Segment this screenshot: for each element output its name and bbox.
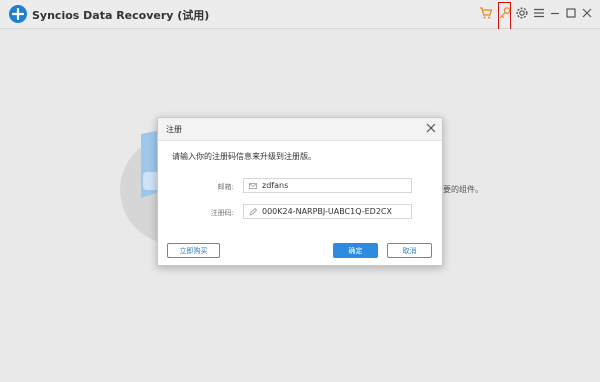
dialog-close-icon[interactable] <box>424 121 438 135</box>
menu-icon[interactable] <box>532 6 546 20</box>
close-icon[interactable] <box>580 6 594 20</box>
code-value: 000K24-NARPBJ-UABC1Q-ED2CX <box>262 207 392 216</box>
dialog-header: 注册 <box>158 118 442 141</box>
email-value: zdfans <box>262 181 289 190</box>
gear-icon[interactable] <box>515 6 529 20</box>
app-logo-icon <box>12 8 24 20</box>
minimize-icon[interactable] <box>548 6 562 20</box>
buy-now-button[interactable]: 立即购买 <box>167 243 220 258</box>
registration-dialog: 注册 请输入你的注册码信息来升级到注册版。 邮箱: zdfans 注册码: 00… <box>157 117 443 266</box>
confirm-button[interactable]: 确定 <box>333 243 378 258</box>
pencil-icon <box>249 208 257 216</box>
code-field[interactable]: 000K24-NARPBJ-UABC1Q-ED2CX <box>243 204 412 219</box>
app-title: Syncios Data Recovery (试用) <box>32 9 210 22</box>
code-label: 注册码: <box>210 209 234 217</box>
email-label: 邮箱: <box>217 183 234 191</box>
email-field[interactable]: zdfans <box>243 178 412 193</box>
dialog-prompt: 请输入你的注册码信息来升级到注册版。 <box>172 152 316 161</box>
app-logo <box>9 5 27 23</box>
cancel-button[interactable]: 取消 <box>387 243 432 258</box>
maximize-icon[interactable] <box>564 6 578 20</box>
background-text: 要的组件。 <box>443 185 483 194</box>
dialog-title: 注册 <box>166 125 182 134</box>
envelope-icon <box>249 183 257 189</box>
cart-icon[interactable] <box>479 6 493 20</box>
